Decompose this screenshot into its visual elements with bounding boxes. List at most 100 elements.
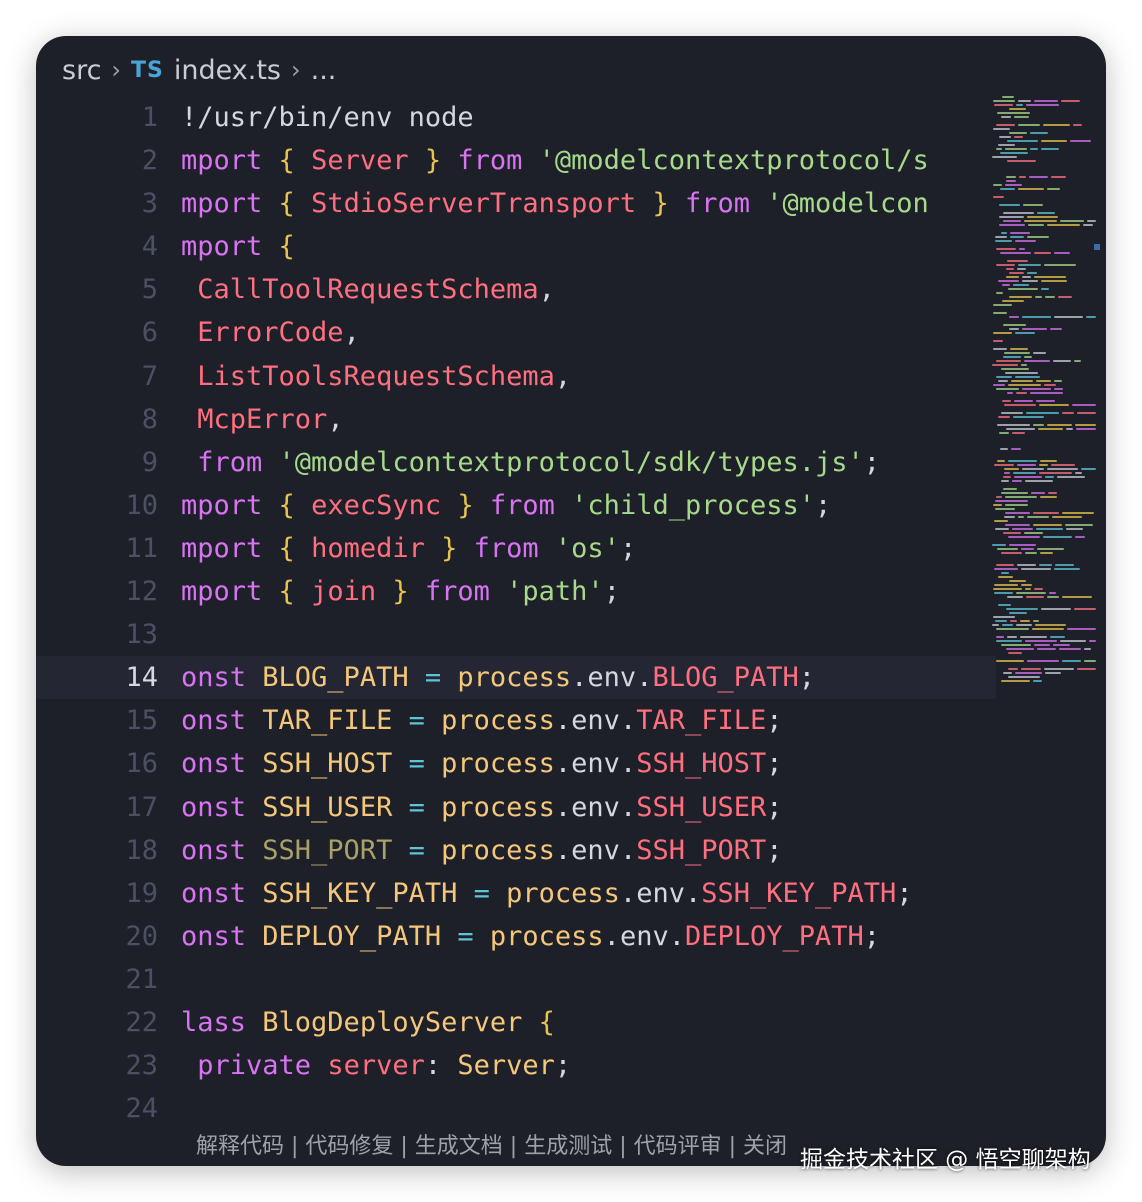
code-token: , — [343, 317, 360, 349]
code-token: onst — [181, 920, 263, 952]
ai-action-bar[interactable]: 解释代码 | 代码修复 | 生成文档 | 生成测试 | 代码评审 | 关闭 — [196, 1128, 787, 1166]
code-text: onst DEPLOY_PATH = process.env.DEPLOY_PA… — [181, 915, 880, 958]
code-token: mport — [181, 576, 279, 608]
minimap-stroke — [1074, 608, 1096, 610]
code-token: { — [278, 576, 312, 608]
code-line[interactable]: 6 ErrorCode, — [36, 311, 996, 354]
minimap-stroke — [1017, 268, 1026, 270]
code-line[interactable]: 3 mport { StdioServerTransport } from '@m… — [36, 182, 996, 225]
code-token: env — [636, 877, 685, 909]
minimap-stroke — [1018, 100, 1031, 102]
minimap-stroke — [1070, 140, 1091, 142]
minimap-stroke — [1047, 188, 1060, 190]
minimap[interactable] — [990, 94, 1100, 694]
code-editor[interactable]: 1 !/usr/bin/env node 2 mport { Server } fro… — [36, 96, 996, 1130]
minimap-stroke — [996, 292, 1003, 294]
breadcrumb-folder[interactable]: src — [62, 55, 101, 86]
code-line[interactable]: 2 mport { Server } from '@modelcontextpro… — [36, 139, 996, 182]
minimap-stroke — [1006, 180, 1016, 182]
code-line[interactable]: 4 mport { — [36, 225, 996, 268]
minimap-stroke — [1012, 480, 1022, 482]
code-line[interactable]: 13 — [36, 613, 996, 656]
minimap-stroke — [1077, 412, 1096, 414]
minimap-stroke — [1032, 628, 1064, 630]
breadcrumb-file[interactable]: index.ts — [174, 55, 281, 86]
code-line[interactable]: 17 onst SSH_USER = process.env.SSH_USER; — [36, 786, 996, 829]
code-line[interactable]: 15 onst TAR_FILE = process.env.TAR_FILE; — [36, 699, 996, 742]
minimap-stroke — [1022, 316, 1051, 318]
code-token: execSync — [311, 489, 458, 521]
minimap-stroke — [1021, 548, 1034, 550]
code-token: ; — [863, 920, 881, 952]
minimap-stroke — [1021, 584, 1032, 586]
code-line[interactable]: 14 onst BLOG_PATH = process.env.BLOG_PATH… — [36, 656, 996, 700]
code-token: . — [619, 834, 637, 866]
minimap-stroke — [1018, 264, 1041, 266]
code-line[interactable]: 9 from '@modelcontextprotocol/sdk/types.… — [36, 441, 996, 484]
minimap-stroke — [1019, 176, 1026, 178]
code-line[interactable]: 8 McpError, — [36, 398, 996, 441]
code-line[interactable]: 7 ListToolsRequestSchema, — [36, 355, 996, 398]
code-line[interactable]: 18 onst SSH_PORT = process.env.SSH_PORT; — [36, 829, 996, 872]
minimap-stroke — [999, 216, 1024, 218]
code-token: } — [457, 489, 490, 521]
minimap-stroke — [994, 592, 1013, 594]
code-line[interactable]: 12 mport { join } from 'path'; — [36, 570, 996, 613]
minimap-stroke — [1009, 132, 1027, 134]
breadcrumb-more[interactable]: ... — [311, 55, 337, 86]
code-token: . — [554, 705, 572, 737]
minimap-stroke — [1030, 132, 1048, 134]
minimap-stroke — [992, 544, 1006, 546]
minimap-stroke — [1000, 252, 1031, 254]
code-line[interactable]: 22 lass BlogDeployServer { — [36, 1001, 996, 1044]
code-token: BlogDeployServer — [262, 1006, 539, 1038]
minimap-stroke — [1006, 276, 1019, 278]
code-text: mport { StdioServerTransport } from '@mo… — [181, 182, 929, 225]
code-token: = — [473, 877, 507, 909]
code-line[interactable]: 21 — [36, 958, 996, 1001]
code-token: { — [278, 231, 295, 263]
minimap-stroke — [1041, 288, 1049, 290]
minimap-stroke — [1057, 476, 1085, 478]
minimap-stroke — [1004, 468, 1019, 470]
minimap-stroke — [993, 332, 1012, 334]
code-token: ; — [766, 791, 783, 823]
code-line[interactable]: 19 onst SSH_KEY_PATH = process.env.SSH_KE… — [36, 872, 996, 915]
minimap-stroke — [1044, 668, 1074, 670]
code-line[interactable]: 20 onst DEPLOY_PATH = process.env.DEPLOY_… — [36, 915, 996, 958]
minimap-stroke — [995, 500, 1028, 502]
minimap-stroke — [997, 424, 1030, 426]
minimap-stroke — [1022, 280, 1038, 282]
minimap-stroke — [1015, 332, 1035, 334]
minimap-stroke — [1010, 620, 1017, 622]
minimap-stroke — [1006, 176, 1016, 178]
minimap-stroke — [993, 100, 1015, 102]
minimap-stroke — [1061, 100, 1080, 102]
minimap-stroke — [1051, 176, 1066, 178]
minimap-stroke — [1016, 624, 1032, 626]
code-line[interactable]: 10 mport { execSync } from 'child_process… — [36, 484, 996, 527]
code-line[interactable]: 24 — [36, 1087, 996, 1130]
minimap-stroke — [1051, 464, 1075, 466]
line-number: 5 — [141, 274, 158, 306]
code-token: SSH_KEY_PATH — [701, 877, 897, 909]
minimap-stroke — [999, 136, 1011, 138]
code-token: env — [571, 705, 620, 737]
minimap-stroke — [993, 504, 1002, 506]
code-line[interactable]: 23 private server: Server; — [36, 1044, 996, 1087]
code-line[interactable]: 5 CallToolRequestSchema, — [36, 268, 996, 311]
code-line[interactable]: 11 mport { homedir } from 'os'; — [36, 527, 996, 570]
minimap-stroke — [1017, 464, 1036, 466]
minimap-stroke — [993, 384, 1005, 386]
code-token: onst — [181, 834, 263, 866]
code-line[interactable]: 16 onst SSH_HOST = process.env.SSH_HOST; — [36, 742, 996, 785]
minimap-stroke — [1024, 356, 1032, 358]
minimap-stroke — [1066, 428, 1073, 430]
minimap-stroke — [1045, 296, 1055, 298]
minimap-stroke — [1052, 516, 1082, 518]
minimap-stroke — [1045, 476, 1054, 478]
minimap-stroke — [1024, 532, 1043, 534]
code-token: mport — [181, 188, 279, 220]
code-line[interactable]: 1 !/usr/bin/env node — [36, 96, 996, 139]
code-token: . — [603, 920, 620, 952]
